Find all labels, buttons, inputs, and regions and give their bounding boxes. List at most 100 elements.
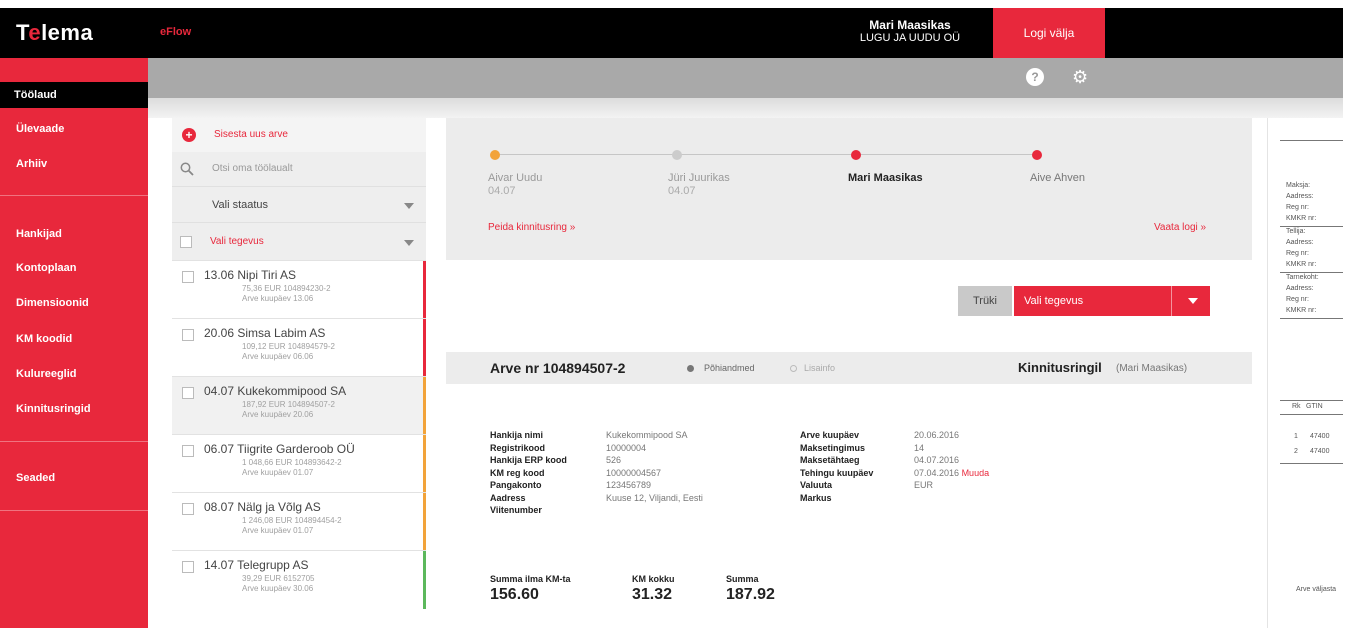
help-icon[interactable]: ? [1026,68,1044,86]
print-button[interactable]: Trüki [958,286,1012,316]
nav-item-seaded[interactable]: Seaded [16,472,55,484]
item-checkbox[interactable] [182,387,194,399]
preview-row-no: 2 [1294,448,1298,455]
preview-row-val: 47400 [1310,433,1330,440]
toolbar-strip: ? ⚙ [148,58,1343,98]
item-date: Arve kuupäev 20.06 [242,410,314,419]
nav-item-ulevaade[interactable]: Ülevaade [16,123,64,135]
telema-logo[interactable]: Telema [16,20,93,46]
step-dot [672,150,682,160]
settings-icon[interactable]: ⚙ [1072,68,1090,86]
add-icon: + [182,128,196,142]
status-select-label: Vali staatus [212,199,269,211]
value-payment-terms: 14 [914,442,925,453]
step-name: Aivar Uudu [488,172,543,184]
label-vat-reg: KM reg kood [490,467,545,478]
search-input[interactable]: Otsi oma töölaualt [212,163,293,174]
preview-text: KMKR nr: [1286,215,1317,222]
value-supplier-name: Kukekommipood SA [606,430,688,440]
action-select-label: Vali tegevus [1024,295,1084,307]
invoice-panel: Aivar Uudu 04.07 Jüri Juurikas 04.07 Mar… [446,118,1252,628]
invoice-document-preview[interactable]: Maksja: Aadress: Reg nr: KMKR nr: Tellij… [1267,118,1343,628]
list-item[interactable]: 13.06 Nipi Tiri AS 75,36 EUR 104894230-2… [172,260,426,319]
bulk-action-label: Vali tegevus [210,236,264,247]
item-checkbox[interactable] [182,329,194,341]
preview-col: GTIN [1306,403,1323,410]
step-name-current: Mari Maasikas [848,172,923,184]
add-invoice-link[interactable]: Sisesta uus arve [214,129,288,140]
item-date: Arve kuupäev 01.07 [242,468,314,477]
left-nav: Töölaud Ülevaade Arhiiv Hankijad Kontopl… [0,58,158,628]
status-bar [423,435,426,493]
preview-col: Rk [1292,403,1301,410]
nav-item-km-koodid[interactable]: KM koodid [16,333,72,345]
step-date: 04.07 [668,185,696,197]
item-checkbox[interactable] [182,561,194,573]
item-title: 14.07 Telegrupp AS [204,558,309,572]
preview-row-val: 47400 [1310,448,1330,455]
value-erp-code: 526 [606,455,622,465]
search-row[interactable]: Otsi oma töölaualt [172,152,426,186]
hide-approval-link[interactable]: Peida kinnitusring » [488,222,575,233]
value-due-date: 04.07.2016 [914,455,960,465]
search-icon [180,162,194,176]
nav-divider [0,195,148,196]
nav-item-toolaud[interactable]: Töölaud [0,82,158,108]
preview-footer: Arve väljasta [1296,586,1337,593]
tab-main[interactable]: Põhiandmed [704,363,755,373]
step-name: Jüri Juurikas [668,172,730,184]
product-name: eFlow [160,26,192,38]
item-checkbox[interactable] [182,271,194,283]
preview-divider [1280,140,1343,141]
nav-item-hankijad[interactable]: Hankijad [16,228,62,240]
list-item[interactable]: 06.07 Tiigrite Garderoob OÜ 1 048,66 EUR… [172,434,426,493]
nav-divider [0,510,148,511]
chevron-down-icon [404,203,414,209]
action-select[interactable]: Vali tegevus [1014,286,1210,316]
list-item[interactable]: 08.07 Nälg ja Võlg AS 1 246,08 EUR 10489… [172,492,426,551]
value-bank-account: 123456789 [606,480,652,490]
nav-item-kulureeglid[interactable]: Kulureeglid [16,368,77,380]
tab-extra[interactable]: Lisainfo [804,363,835,373]
value-address: Kuuse 12, Viljandi, Eesti [606,492,703,503]
item-checkbox[interactable] [182,503,194,515]
bulk-action-select[interactable]: Vali tegevus [172,222,426,260]
item-checkbox[interactable] [182,445,194,457]
preview-row-no: 1 [1294,433,1298,440]
add-invoice-row[interactable]: + Sisesta uus arve [172,118,426,152]
label-reg-code: Registrikood [490,442,546,453]
chevron-down-icon [1188,298,1198,304]
preview-text: KMKR nr: [1286,307,1317,314]
list-item-selected[interactable]: 04.07 Kukekommipood SA 187,92 EUR 104894… [172,376,426,435]
view-log-link[interactable]: Vaata logi » [1154,222,1206,233]
step-dot [490,150,500,160]
approval-title: Kinnitusringil [1018,360,1102,375]
label-reference: Viitenumber [490,505,542,515]
logout-button[interactable]: Logi välja [993,8,1105,58]
nav-item-dimensioonid[interactable]: Dimensioonid [16,297,89,309]
status-select[interactable]: Vali staatus [172,186,426,222]
label-transaction-date: Tehingu kuupäev [800,467,874,478]
preview-text: Maksja: [1286,182,1311,189]
label-due-date: Maksetähtaeg [800,455,860,465]
nav-item-arhiiv[interactable]: Arhiiv [16,158,47,170]
item-amount: 1 246,08 EUR 104894454-2 [242,516,342,525]
nav-item-kinnitusringid[interactable]: Kinnitusringid [16,403,91,415]
value-total: 187.92 [726,586,775,603]
preview-text: Reg nr: [1286,296,1309,303]
list-item[interactable]: 14.07 Telegrupp AS 39,29 EUR 6152705 Arv… [172,550,426,609]
change-date-link[interactable]: Muuda [962,468,990,478]
user-name: Mari Maasikas [869,18,951,32]
label-sum-without-vat: Summa ilma KM-ta [490,574,571,584]
step-dot [851,150,861,160]
select-all-checkbox[interactable] [180,236,192,248]
item-date: Arve kuupäev 06.06 [242,352,314,361]
tab-extra-radio[interactable] [790,365,797,372]
preview-divider [1280,318,1343,319]
list-item[interactable]: 20.06 Simsa Labim AS 109,12 EUR 10489457… [172,318,426,377]
tab-main-radio[interactable] [687,365,694,372]
value-transaction-date: 07.04.2016 Muuda [914,467,990,478]
preview-text: Aadress: [1286,239,1314,246]
nav-item-kontoplaan[interactable]: Kontoplaan [16,262,77,274]
label-bank-account: Pangakonto [490,480,542,490]
